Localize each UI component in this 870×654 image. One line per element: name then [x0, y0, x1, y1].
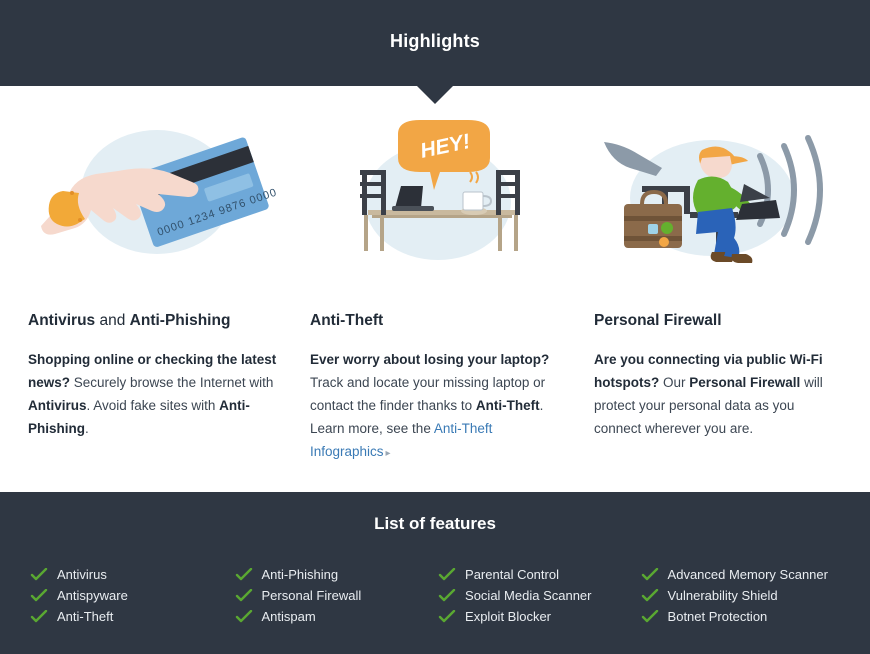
body-text-1: Our	[659, 375, 690, 390]
traveler-with-laptop-wifi-icon	[594, 120, 842, 270]
check-icon	[641, 609, 659, 624]
list-item[interactable]: Vulnerability Shield	[641, 585, 870, 606]
body-strong-antivirus: Antivirus	[28, 398, 87, 413]
feature-label: Antispam	[261, 609, 316, 624]
feature-label: Botnet Protection	[667, 609, 768, 624]
list-item[interactable]: Parental Control	[438, 564, 640, 585]
check-icon	[235, 609, 253, 624]
feature-label: Antispyware	[57, 588, 128, 603]
feature-column-2: Anti-Phishing Personal Firewall Antispam	[232, 564, 437, 627]
check-icon	[438, 609, 456, 624]
feature-label: Vulnerability Shield	[667, 588, 778, 603]
heading-part-firewall: Personal Firewall	[594, 312, 722, 329]
feature-label: Advanced Memory Scanner	[667, 567, 828, 582]
heading-part-antitheft: Anti-Theft	[310, 312, 384, 329]
check-icon	[235, 588, 253, 603]
feature-label: Exploit Blocker	[465, 609, 552, 624]
features-title: List of features	[374, 514, 496, 533]
column-body-firewall: Are you connecting via public Wi-Fi hots…	[594, 348, 842, 440]
column-body-antivirus: Shopping online or checking the latest n…	[28, 348, 286, 440]
heading-part-antivirus: Antivirus	[28, 312, 96, 329]
check-icon	[30, 567, 48, 582]
check-icon	[30, 588, 48, 603]
heading-part-antiphishing: Anti-Phishing	[129, 312, 231, 329]
highlight-column-firewall: Personal Firewall Are you connecting via…	[594, 86, 842, 492]
link-arrow-icon: ▸	[385, 448, 391, 459]
body-text-3: .	[85, 421, 89, 436]
body-strong-firewall: Personal Firewall	[689, 375, 801, 390]
check-icon	[235, 567, 253, 582]
check-icon	[438, 567, 456, 582]
highlight-column-antitheft: HEY! Anti-Theft Ever worry about losing …	[310, 86, 572, 492]
features-grid: Antivirus Antispyware Anti-Theft Anti-Ph…	[0, 564, 870, 627]
list-item[interactable]: Anti-Theft	[30, 606, 232, 627]
hand-holding-credit-card-icon: 0000 1234 9876 0000	[28, 120, 286, 270]
highlight-columns: 0000 1234 9876 0000 Antivirus and Anti-P…	[0, 86, 870, 492]
list-item[interactable]: Advanced Memory Scanner	[641, 564, 870, 585]
list-item[interactable]: Social Media Scanner	[438, 585, 640, 606]
body-text-1: Securely browse the Internet with	[70, 375, 274, 390]
list-item[interactable]: Botnet Protection	[641, 606, 870, 627]
list-item[interactable]: Antispyware	[30, 585, 232, 606]
column-body-antitheft: Ever worry about losing your laptop? Tra…	[310, 348, 572, 465]
feature-label: Social Media Scanner	[465, 588, 592, 603]
feature-label: Parental Control	[465, 567, 559, 582]
column-heading-firewall: Personal Firewall	[594, 312, 722, 330]
body-lead-antitheft: Ever worry about losing your laptop?	[310, 352, 550, 367]
list-item[interactable]: Antispam	[235, 606, 437, 627]
feature-column-3: Parental Control Social Media Scanner Ex…	[436, 564, 640, 627]
page-title: Highlights	[390, 31, 480, 51]
check-icon	[30, 609, 48, 624]
body-text-2: . Avoid fake sites with	[86, 398, 220, 413]
check-icon	[641, 567, 659, 582]
check-icon	[438, 588, 456, 603]
list-item[interactable]: Antivirus	[30, 564, 232, 585]
feature-column-4: Advanced Memory Scanner Vulnerability Sh…	[640, 564, 870, 627]
feature-label: Anti-Theft	[57, 609, 114, 624]
list-item[interactable]: Personal Firewall	[235, 585, 437, 606]
feature-label: Anti-Phishing	[261, 567, 339, 582]
header-bar: Highlights	[0, 0, 870, 86]
heading-part-and: and	[95, 312, 130, 329]
check-icon	[641, 588, 659, 603]
highlights-page: Highlights 0000 1234 9876 0000 Antivirus…	[0, 0, 870, 654]
feature-column-1: Antivirus Antispyware Anti-Theft	[0, 564, 232, 627]
column-heading-antitheft: Anti-Theft	[310, 312, 383, 330]
cafe-table-laptop-icon: HEY!	[310, 120, 572, 270]
body-strong-antitheft: Anti-Theft	[475, 398, 540, 413]
highlight-column-antivirus: 0000 1234 9876 0000 Antivirus and Anti-P…	[28, 86, 286, 492]
column-heading-antivirus: Antivirus and Anti-Phishing	[28, 312, 230, 330]
feature-label: Personal Firewall	[261, 588, 362, 603]
list-item[interactable]: Exploit Blocker	[438, 606, 640, 627]
list-item[interactable]: Anti-Phishing	[235, 564, 437, 585]
features-footer: List of features Antivirus Antispyware A…	[0, 492, 870, 654]
feature-label: Antivirus	[57, 567, 107, 582]
